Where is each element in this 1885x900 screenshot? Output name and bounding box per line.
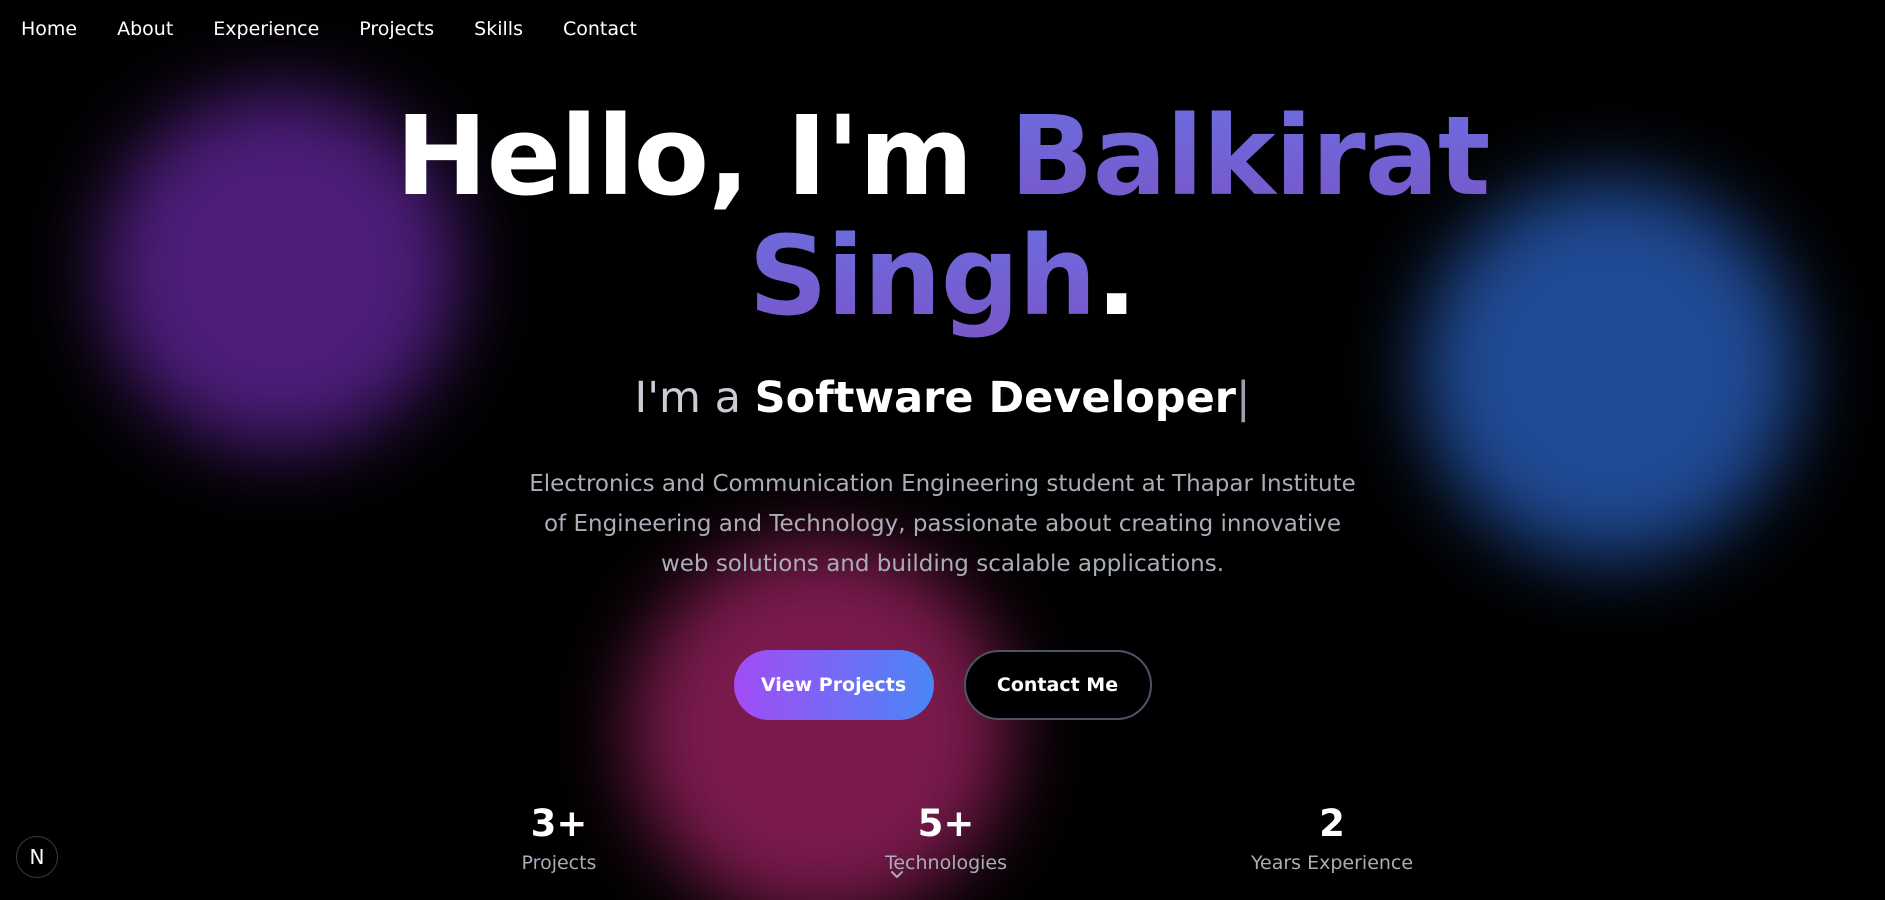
stat-years-experience: 2 Years Experience: [1222, 800, 1442, 874]
typing-cursor: |: [1235, 373, 1251, 423]
name-last: Singh: [748, 212, 1096, 340]
badge-letter: N: [29, 845, 45, 869]
greeting-text: Hello, I'm: [395, 92, 1010, 220]
stat-value: 3+: [530, 802, 588, 845]
nav-experience[interactable]: Experience: [213, 18, 319, 40]
stats-section: 3+ Projects 5+ Technologies 2 Years Expe…: [0, 800, 1885, 900]
stat-value: 2: [1319, 802, 1345, 845]
next-logo-icon[interactable]: N: [16, 836, 58, 878]
chevron-down-icon[interactable]: [889, 866, 905, 882]
nav-about[interactable]: About: [117, 18, 173, 40]
top-navigation: Home About Experience Projects Skills Co…: [0, 0, 677, 58]
stat-label: Years Experience: [1250, 852, 1414, 874]
stat-label: Projects: [521, 852, 597, 874]
nav-projects[interactable]: Projects: [359, 18, 434, 40]
hero-buttons: View Projects Contact Me: [0, 650, 1885, 720]
hero-headline: Hello, I'm Balkirat Singh.: [0, 96, 1885, 336]
nav-skills[interactable]: Skills: [474, 18, 523, 40]
page: Home About Experience Projects Skills Co…: [0, 0, 1885, 900]
hero-section: Hello, I'm Balkirat Singh. I'm a Software…: [0, 96, 1885, 720]
hero-description: Electronics and Communication Engineerin…: [529, 471, 1356, 577]
headline-period: .: [1095, 212, 1138, 340]
stat-value: 5+: [917, 802, 975, 845]
stat-projects: 3+ Projects: [449, 800, 669, 874]
view-projects-button[interactable]: View Projects: [733, 650, 934, 720]
role-prefix: I'm a: [634, 373, 755, 423]
stat-technologies: 5+ Technologies: [836, 800, 1056, 874]
role-line: I'm a Software Developer|: [0, 372, 1885, 424]
nav-contact[interactable]: Contact: [563, 18, 637, 40]
contact-me-button[interactable]: Contact Me: [963, 650, 1152, 720]
stat-label: Technologies: [884, 852, 1008, 874]
role-title: Software Developer: [754, 373, 1236, 423]
nav-home[interactable]: Home: [21, 18, 77, 40]
name-first: Balkirat: [1009, 92, 1491, 220]
